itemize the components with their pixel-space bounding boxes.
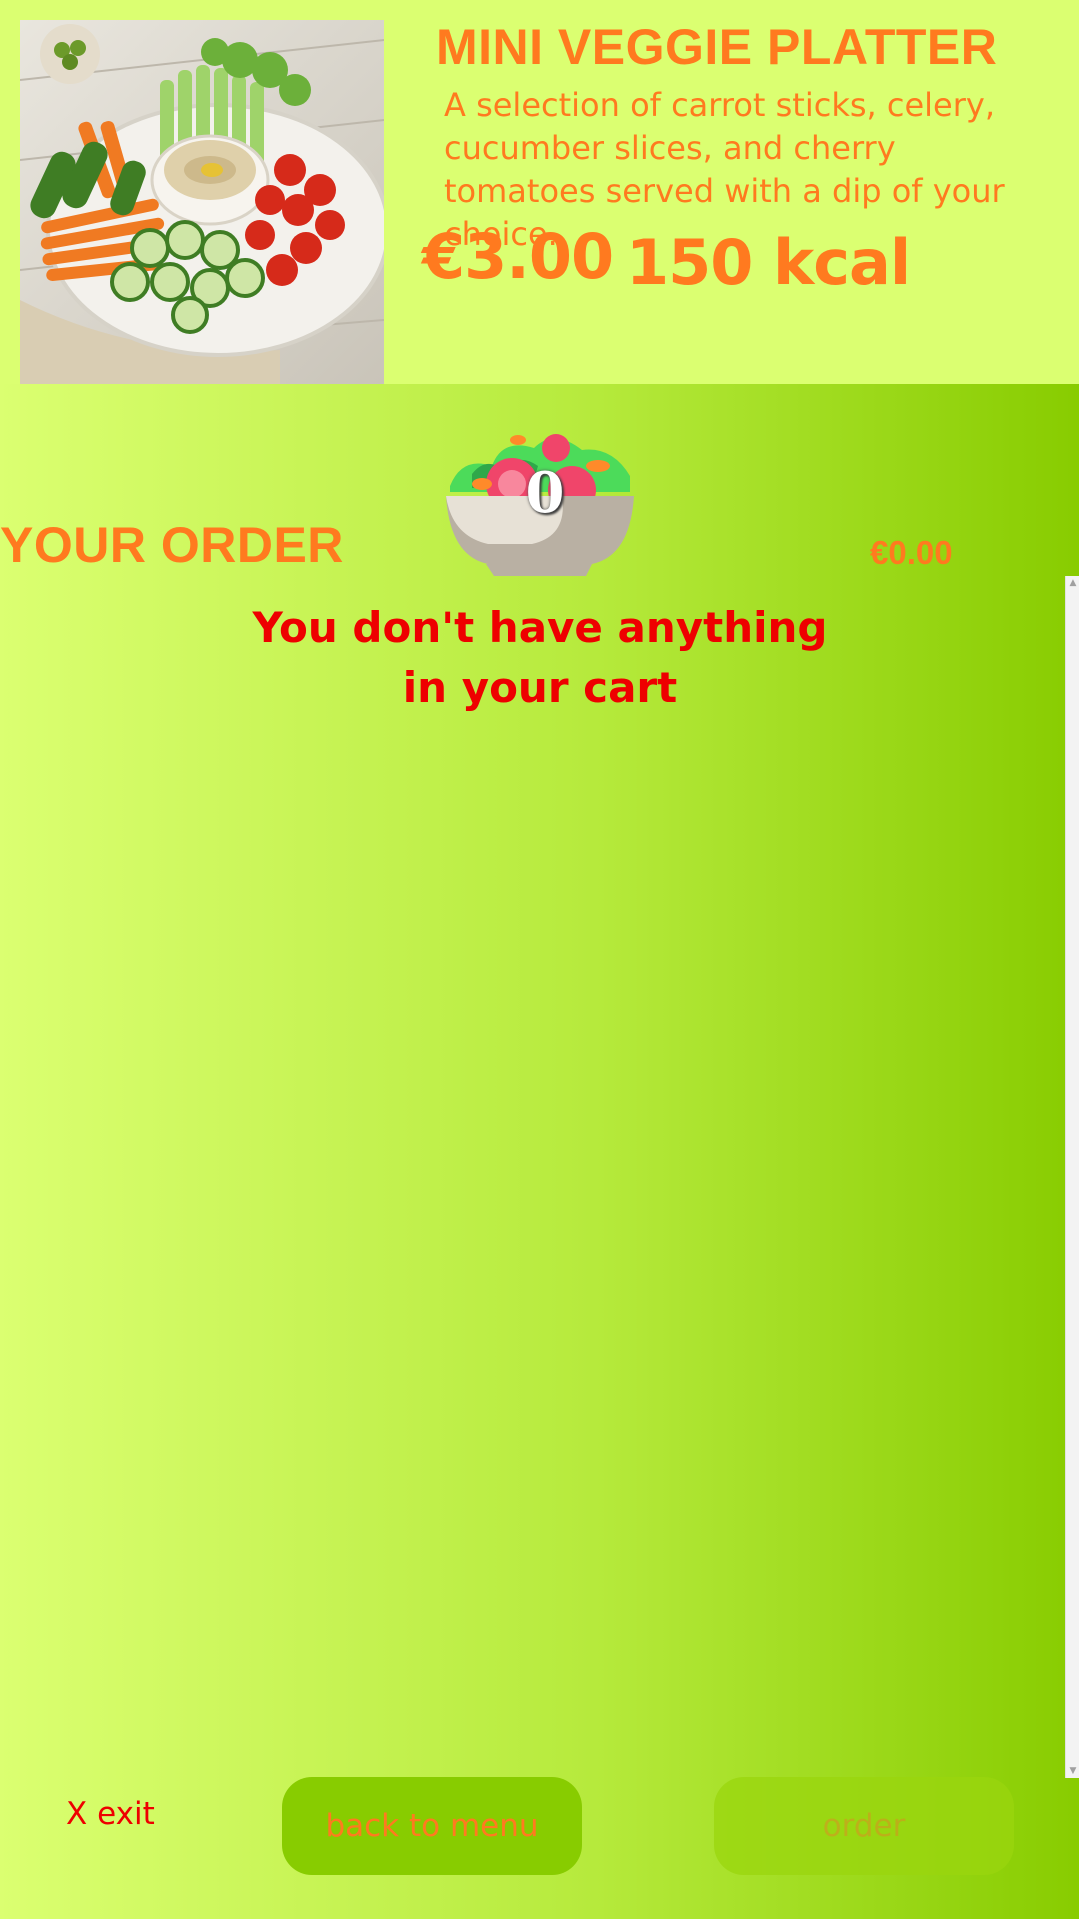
exit-button[interactable]: X exit	[66, 1796, 155, 1832]
order-panel: YOUR ORDER 0 €0.00 You don't have anythi…	[0, 384, 1079, 1919]
empty-cart-message: You don't have anything in your cart	[252, 603, 828, 712]
order-heading: YOUR ORDER	[0, 517, 344, 573]
product-title: MINI VEGGIE PLATTER	[436, 19, 998, 75]
scroll-down-arrow-icon[interactable]: ▼	[1066, 1764, 1079, 1778]
product-detail-panel: MINI VEGGIE PLATTER A selection of carro…	[0, 0, 1079, 384]
scroll-up-arrow-icon[interactable]: ▲	[1066, 576, 1079, 590]
product-image	[20, 20, 384, 384]
cart-count-badge: 0	[525, 460, 565, 526]
back-to-menu-button[interactable]: back to menu	[282, 1777, 582, 1875]
product-price: €3.00	[422, 220, 614, 293]
order-list-scrollbar[interactable]: ▲ ▼	[1065, 576, 1079, 1778]
order-total: €0.00	[870, 534, 953, 571]
product-calories: 150 kcal	[626, 226, 911, 299]
order-button[interactable]: order	[714, 1777, 1014, 1875]
